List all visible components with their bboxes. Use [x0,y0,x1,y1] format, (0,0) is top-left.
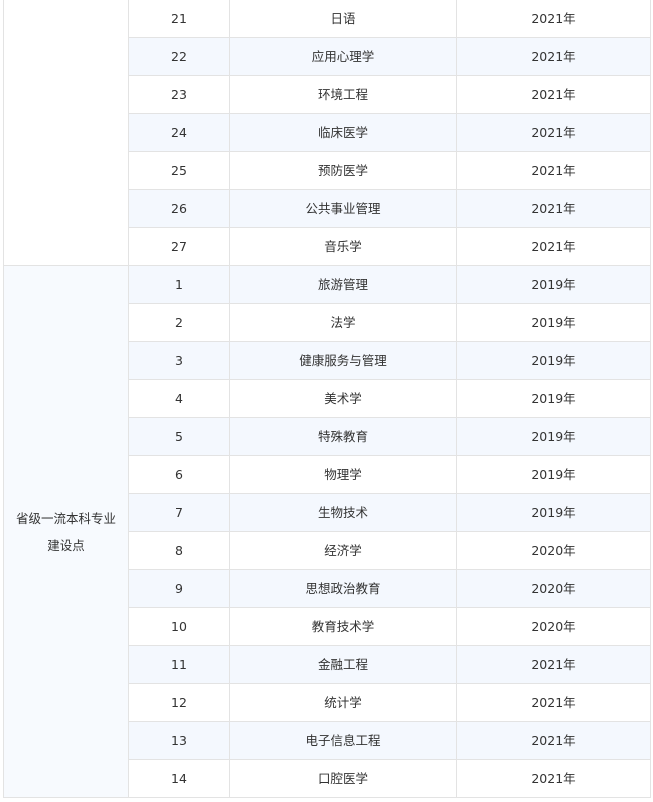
number-cell: 24 [128,113,230,152]
number-cell: 11 [128,645,230,684]
major-cell: 环境工程 [229,75,457,114]
major-cell: 电子信息工程 [229,721,457,760]
major-cell: 物理学 [229,455,457,494]
number-cell: 7 [128,493,230,532]
major-cell: 特殊教育 [229,417,457,456]
year-cell: 2020年 [456,607,651,646]
number-cell: 21 [128,0,230,38]
major-cell: 日语 [229,0,457,38]
year-cell: 2019年 [456,341,651,380]
year-cell: 2021年 [456,113,651,152]
major-cell: 金融工程 [229,645,457,684]
major-cell: 预防医学 [229,151,457,190]
major-cell: 生物技术 [229,493,457,532]
year-cell: 2019年 [456,265,651,304]
number-cell: 2 [128,303,230,342]
major-cell: 教育技术学 [229,607,457,646]
table-row: 21 日语 2021年 [3,0,651,266]
major-cell: 音乐学 [229,227,457,266]
number-cell: 5 [128,417,230,456]
major-cell: 公共事业管理 [229,189,457,228]
year-cell: 2019年 [456,379,651,418]
year-cell: 2019年 [456,493,651,532]
majors-table: 21 日语 2021年 22 应用心理学 2021年 23 环境工程 2021年 24 临床医学 20… [3,0,651,798]
year-cell: 2021年 [456,721,651,760]
category-cell: 省级一流本科专业建设点 [3,265,129,798]
major-cell: 统计学 [229,683,457,722]
year-cell: 2021年 [456,683,651,722]
number-cell: 10 [128,607,230,646]
year-cell: 2019年 [456,303,651,342]
number-cell: 4 [128,379,230,418]
number-cell: 13 [128,721,230,760]
number-cell: 3 [128,341,230,380]
major-cell: 思想政治教育 [229,569,457,608]
year-cell: 2021年 [456,759,651,798]
year-cell: 2021年 [456,0,651,38]
number-cell: 22 [128,37,230,76]
number-cell: 26 [128,189,230,228]
number-cell: 27 [128,227,230,266]
table-row: 省级一流本科专业建设点 1 旅游管理 2019年 [3,265,651,798]
year-cell: 2021年 [456,151,651,190]
major-cell: 应用心理学 [229,37,457,76]
number-cell: 9 [128,569,230,608]
year-cell: 2021年 [456,75,651,114]
number-cell: 23 [128,75,230,114]
major-cell: 美术学 [229,379,457,418]
major-cell: 法学 [229,303,457,342]
year-cell: 2020年 [456,531,651,570]
year-cell: 2019年 [456,455,651,494]
year-cell: 2021年 [456,645,651,684]
number-cell: 8 [128,531,230,570]
year-cell: 2019年 [456,417,651,456]
year-cell: 2021年 [456,37,651,76]
major-cell: 旅游管理 [229,265,457,304]
major-cell: 健康服务与管理 [229,341,457,380]
major-cell: 经济学 [229,531,457,570]
year-cell: 2021年 [456,227,651,266]
year-cell: 2020年 [456,569,651,608]
number-cell: 12 [128,683,230,722]
number-cell: 25 [128,151,230,190]
year-cell: 2021年 [456,189,651,228]
major-cell: 口腔医学 [229,759,457,798]
number-cell: 14 [128,759,230,798]
number-cell: 6 [128,455,230,494]
major-cell: 临床医学 [229,113,457,152]
category-cell [3,0,129,266]
number-cell: 1 [128,265,230,304]
